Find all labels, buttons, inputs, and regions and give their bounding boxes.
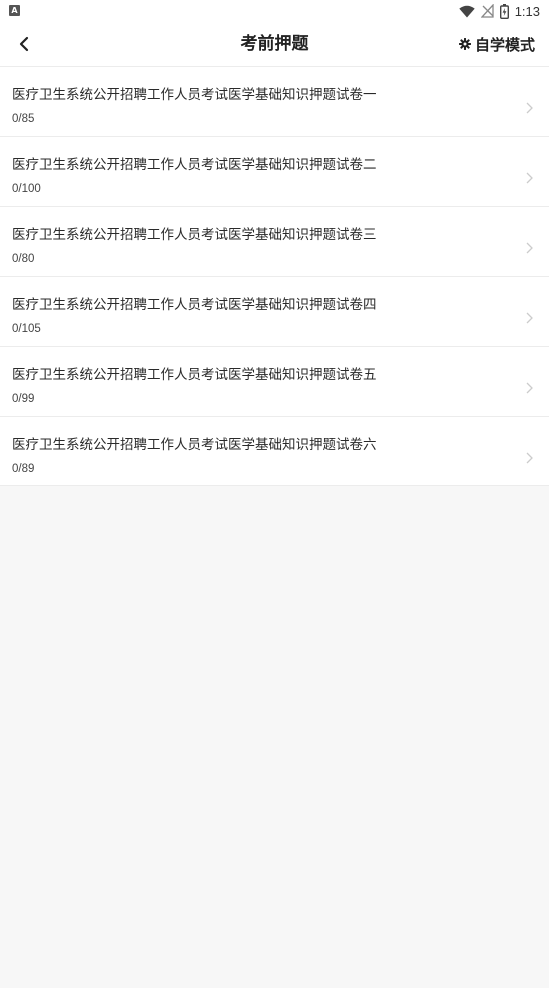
exam-paper-title: 医疗卫生系统公开招聘工作人员考试医学基础知识押题试卷二	[12, 157, 377, 173]
exam-paper-item[interactable]: 医疗卫生系统公开招聘工作人员考试医学基础知识押题试卷四 0/105	[0, 276, 549, 346]
chevron-right-icon	[526, 382, 533, 394]
clock: 1:13	[514, 3, 540, 19]
exam-paper-title: 医疗卫生系统公开招聘工作人员考试医学基础知识押题试卷三	[12, 227, 377, 243]
exam-paper-progress: 0/85	[12, 113, 35, 125]
exam-paper-item[interactable]: 医疗卫生系统公开招聘工作人员考试医学基础知识押题试卷五 0/99	[0, 346, 549, 416]
wifi-icon	[458, 5, 475, 17]
self-study-mode-label: 自学模式	[474, 35, 535, 54]
notification-badge: A	[9, 5, 20, 16]
chevron-right-icon	[526, 102, 533, 114]
chevron-right-icon	[526, 242, 533, 254]
chevron-right-icon	[526, 172, 533, 184]
chevron-right-icon	[526, 312, 533, 324]
chevron-right-icon	[526, 452, 533, 464]
no-signal-icon	[480, 4, 494, 18]
exam-paper-item[interactable]: 医疗卫生系统公开招聘工作人员考试医学基础知识押题试卷二 0/100	[0, 136, 549, 206]
status-bar: A 1:13	[0, 0, 549, 22]
app-bar: 考前押题 自学模式	[0, 22, 549, 66]
exam-paper-list: 医疗卫生系统公开招聘工作人员考试医学基础知识押题试卷一 0/85 医疗卫生系统公开招…	[0, 66, 549, 486]
exam-paper-title: 医疗卫生系统公开招聘工作人员考试医学基础知识押题试卷一	[12, 87, 377, 103]
exam-paper-title: 医疗卫生系统公开招聘工作人员考试医学基础知识押题试卷六	[12, 437, 377, 453]
exam-paper-title: 医疗卫生系统公开招聘工作人员考试医学基础知识押题试卷五	[12, 367, 377, 383]
chevron-left-icon	[19, 36, 29, 52]
exam-paper-progress: 0/100	[12, 183, 41, 195]
exam-paper-item[interactable]: 医疗卫生系统公开招聘工作人员考试医学基础知识押题试卷三 0/80	[0, 206, 549, 276]
back-button[interactable]	[6, 26, 42, 62]
gear-icon	[458, 38, 471, 50]
exam-paper-item[interactable]: 医疗卫生系统公开招聘工作人员考试医学基础知识押题试卷六 0/89	[0, 416, 549, 486]
exam-paper-progress: 0/105	[12, 323, 41, 335]
exam-paper-progress: 0/89	[12, 463, 35, 475]
exam-paper-progress: 0/99	[12, 393, 35, 405]
self-study-mode-button[interactable]: 自学模式	[458, 33, 535, 55]
exam-paper-title: 医疗卫生系统公开招聘工作人员考试医学基础知识押题试卷四	[12, 297, 377, 313]
exam-paper-progress: 0/80	[12, 253, 35, 265]
battery-icon	[499, 3, 509, 19]
exam-paper-item[interactable]: 医疗卫生系统公开招聘工作人员考试医学基础知识押题试卷一 0/85	[0, 66, 549, 136]
status-icons: 1:13	[458, 2, 540, 20]
